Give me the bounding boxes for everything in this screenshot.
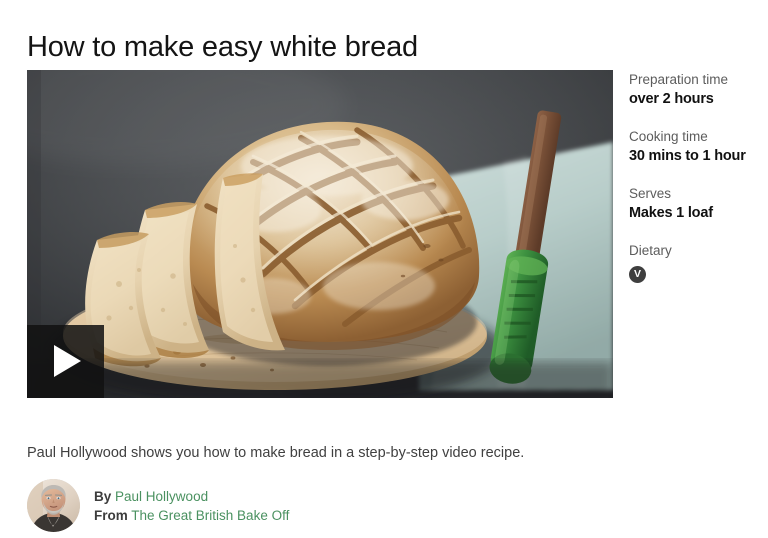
author-avatar[interactable] [27,479,80,532]
author-from-line: From The Great British Bake Off [94,506,289,525]
from-prefix: From [94,507,128,523]
avatar-portrait [27,479,80,532]
play-video-button[interactable] [27,325,104,398]
author-name-link[interactable]: Paul Hollywood [115,489,208,504]
meta-item-dietary: Dietary V [629,241,764,283]
meta-item-cooking-time: Cooking time 30 mins to 1 hour [629,127,764,167]
by-prefix: By [94,488,112,504]
play-triangle-icon [54,345,81,377]
author-text: By Paul Hollywood From The Great British… [94,487,289,525]
meta-value: 30 mins to 1 hour [629,148,746,164]
meta-label: Dietary [629,243,672,258]
meta-item-serves: Serves Makes 1 loaf [629,184,764,224]
bread-photo [27,70,613,398]
recipe-page: How to make easy white bread Preparation… [0,0,768,538]
author-byline: By Paul Hollywood From The Great British… [27,479,289,532]
recipe-hero-image[interactable] [27,70,613,398]
meta-label: Serves [629,186,672,201]
meta-value: over 2 hours [629,91,714,107]
author-by-line: By Paul Hollywood [94,487,289,506]
vegetarian-badge[interactable]: V [629,265,646,283]
recipe-description: Paul Hollywood shows you how to make bre… [27,444,525,461]
meta-item-preparation-time: Preparation time over 2 hours [629,70,764,110]
programme-link[interactable]: The Great British Bake Off [131,508,289,523]
meta-label: Preparation time [629,72,729,87]
dietary-badge-list: V [629,264,764,283]
meta-value: Makes 1 loaf [629,205,713,221]
recipe-meta-panel: Preparation time over 2 hours Cooking ti… [629,70,764,300]
page-title: How to make easy white bread [27,31,418,64]
meta-label: Cooking time [629,129,708,144]
